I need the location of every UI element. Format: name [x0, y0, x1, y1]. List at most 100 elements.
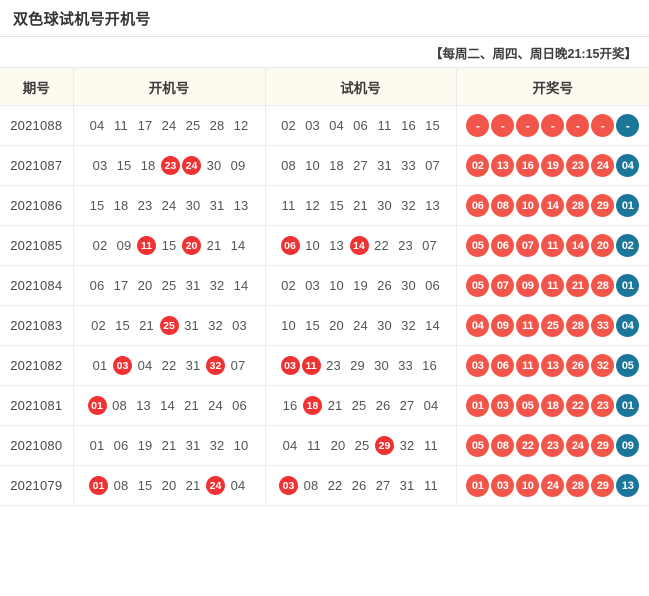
blue-ball: 01	[616, 394, 640, 417]
number-plain: 31	[185, 438, 201, 453]
number-plain: 10	[233, 438, 249, 453]
kaijihao-cell: 03 15 18 23 24 30 09	[73, 145, 266, 186]
number-plain: 10	[281, 318, 296, 333]
number-plain: 15	[305, 318, 320, 333]
table-row: 2021081 01 08 13 14 21 24 06 16 18 21 25 26 27 04 01 03 0…	[0, 385, 649, 426]
red-ball: 22	[516, 434, 540, 457]
ball-group: 01 03 10 24 28 29 13	[457, 466, 649, 505]
red-ball: 24	[566, 434, 590, 457]
number-plain: 30	[185, 198, 201, 213]
red-ball: 03	[466, 354, 490, 377]
number-plain: 13	[329, 238, 344, 253]
number-plain: 06	[353, 118, 368, 133]
number-plain: 33	[398, 358, 413, 373]
number-plain: 16	[282, 398, 298, 413]
kaijianghao-cell: 03 06 11 13 26 32 05	[456, 345, 649, 386]
kaijianghao-cell: 05 06 07 11 14 20 02	[456, 225, 649, 266]
number-hit: 23	[161, 156, 180, 175]
number-plain: 14	[233, 278, 249, 293]
red-ball: 08	[491, 434, 515, 457]
issue-number-cell: 2021081	[0, 385, 74, 426]
number-plain: 18	[329, 158, 344, 173]
number-hit: 01	[89, 476, 108, 495]
column-header-shijihao: 试机号	[265, 67, 457, 106]
number-plain: 21	[184, 398, 199, 413]
shijihao-cell: 16 18 21 25 26 27 04	[265, 385, 457, 426]
number-plain: 26	[377, 278, 392, 293]
number-group: 02 03 10 19 26 30 06	[266, 266, 456, 305]
blue-ball: 01	[616, 194, 640, 217]
lottery-results-table: 期号 开机号 试机号 开奖号 2021088 04 11 17 24 25 28 12 02 03…	[0, 67, 649, 506]
red-ball: 26	[566, 354, 590, 377]
number-plain: 03	[92, 158, 108, 173]
kaijihao-cell: 01 08 13 14 21 24 06	[73, 385, 266, 426]
kaijihao-cell: 06 17 20 25 31 32 14	[73, 265, 266, 306]
ball-group: 01 03 05 18 22 23 01	[457, 386, 649, 425]
number-plain: 06	[232, 398, 247, 413]
table-header-row: 期号 开机号 试机号 开奖号	[0, 67, 649, 106]
number-plain: 19	[137, 438, 153, 453]
kaijianghao-cell: 05 08 22 23 24 29 09	[456, 425, 649, 466]
number-plain: 20	[137, 278, 153, 293]
number-plain: 30	[377, 198, 392, 213]
number-hit: 24	[206, 476, 225, 495]
number-hit: 29	[375, 436, 394, 455]
ball-group: 05 07 09 11 21 28 01	[457, 266, 649, 305]
number-group: 06 17 20 25 31 32 14	[74, 266, 265, 305]
number-plain: 02	[91, 318, 106, 333]
number-plain: 30	[377, 318, 392, 333]
kaijianghao-cell: 01 03 05 18 22 23 01	[456, 385, 649, 426]
red-ball: 16	[516, 154, 540, 177]
number-group: 03 11 23 29 30 33 16	[266, 346, 456, 385]
number-plain: 21	[206, 238, 222, 253]
number-plain: 25	[354, 438, 370, 453]
number-plain: 21	[353, 198, 368, 213]
number-group: 01 08 15 20 21 24 04	[74, 466, 265, 505]
number-plain: 25	[185, 118, 201, 133]
number-plain: 20	[329, 318, 344, 333]
red-ball: 09	[491, 314, 515, 337]
number-plain: 15	[329, 198, 344, 213]
red-ball: 28	[566, 194, 590, 217]
kaijianghao-cell: 01 03 10 24 28 29 13	[456, 465, 649, 506]
number-plain: 10	[305, 158, 320, 173]
red-ball: 13	[541, 354, 565, 377]
number-group: 15 18 23 24 30 31 13	[74, 186, 265, 225]
number-plain: 03	[305, 118, 320, 133]
number-plain: 09	[230, 158, 246, 173]
kaijianghao-cell: 04 09 11 25 28 33 04	[456, 305, 649, 346]
number-plain: 23	[326, 358, 341, 373]
column-header-kaijianghao: 开奖号	[456, 67, 649, 106]
number-plain: 25	[161, 278, 177, 293]
number-plain: 13	[425, 198, 440, 213]
number-plain: 06	[89, 278, 105, 293]
number-plain: 08	[113, 478, 129, 493]
kaijianghao-cell: 05 07 09 11 21 28 01	[456, 265, 649, 306]
page-header: 双色球试机号开机号	[0, 0, 649, 37]
ball-group: 03 06 11 13 26 32 05	[457, 346, 649, 385]
red-ball: 22	[566, 394, 590, 417]
number-plain: 17	[113, 278, 129, 293]
number-group: 02 03 04 06 11 16 15	[266, 106, 456, 145]
column-header-issue: 期号	[0, 67, 74, 106]
draw-schedule-text: 【每周二、周四、周日晚21:15开奖】	[430, 46, 637, 61]
number-plain: 31	[399, 478, 415, 493]
number-plain: 32	[399, 438, 415, 453]
number-plain: 03	[232, 318, 247, 333]
issue-number-cell: 2021087	[0, 145, 74, 186]
kaijihao-cell: 15 18 23 24 30 31 13	[73, 185, 266, 226]
red-ball: 28	[566, 474, 590, 497]
red-ball: 07	[491, 274, 515, 297]
shijihao-cell: 02 03 04 06 11 16 15	[265, 105, 457, 146]
number-plain: 22	[327, 478, 343, 493]
red-ball: 09	[516, 274, 540, 297]
red-ball: 28	[591, 274, 615, 297]
number-plain: 11	[424, 478, 438, 493]
ball-group: 02 13 16 19 23 24 04	[457, 146, 649, 185]
number-plain: 11	[424, 438, 438, 453]
red-ball: 03	[491, 394, 515, 417]
number-hit: 25	[159, 316, 179, 335]
number-plain: 08	[112, 398, 127, 413]
number-plain: 11	[281, 198, 296, 213]
red-ball: 33	[591, 314, 615, 337]
